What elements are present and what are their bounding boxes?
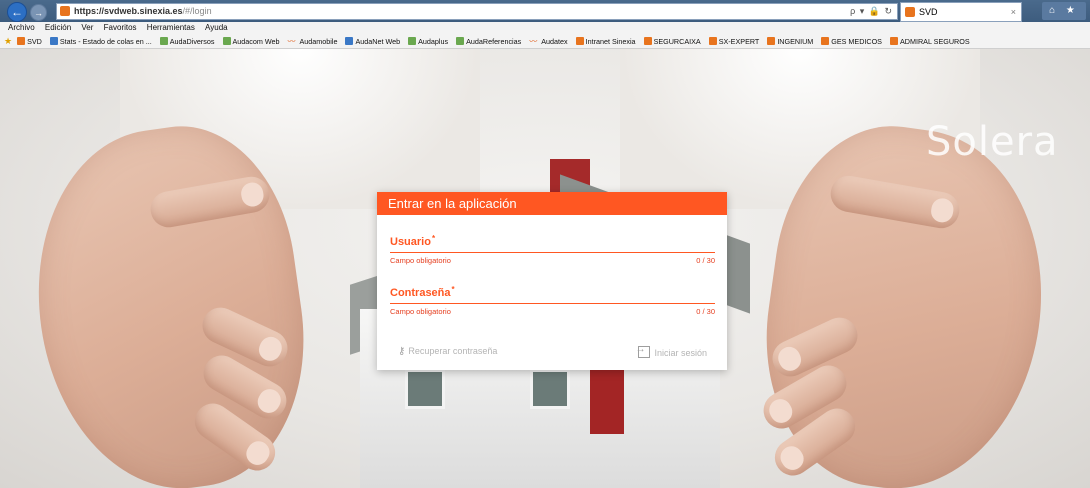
username-char-counter: 0 / 30: [696, 256, 715, 265]
password-label: Contraseña: [390, 287, 451, 299]
username-label: Usuario: [390, 236, 431, 248]
menu-item-favoritos[interactable]: Favoritos: [104, 23, 137, 32]
username-input-underline[interactable]: [390, 252, 715, 253]
menu-item-ayuda[interactable]: Ayuda: [205, 23, 228, 32]
arrow-left-icon: ←: [11, 5, 23, 19]
favorite-link[interactable]: Intranet Sinexia: [575, 35, 636, 48]
favorite-icon: [49, 37, 58, 45]
favorite-icon: [575, 37, 584, 45]
required-mark: *: [431, 234, 436, 243]
favorite-link[interactable]: 〰 Audamobile: [287, 35, 338, 48]
required-mark: *: [451, 285, 455, 294]
favorite-icon: [345, 37, 354, 45]
key-icon: ⚷: [398, 346, 406, 357]
favorite-link[interactable]: SVD: [17, 35, 42, 48]
browser-tab[interactable]: SVD ×: [900, 2, 1022, 22]
favorite-icon: [643, 37, 652, 45]
favorite-link[interactable]: ADMIRAL SEGUROS: [889, 35, 970, 48]
favorite-link[interactable]: 〰 Audatex: [529, 35, 567, 48]
login-actions: ⚷Recuperar contraseña Iniciar sesión: [390, 344, 715, 360]
password-input-underline[interactable]: [390, 303, 715, 304]
menu-item-archivo[interactable]: Archivo: [8, 23, 35, 32]
arrow-right-icon: →: [34, 7, 43, 18]
solera-logo: Solera: [926, 119, 1059, 165]
favorite-link[interactable]: AudaReferencias: [456, 35, 521, 48]
favorite-link[interactable]: INGENIUM: [767, 35, 813, 48]
menu-item-edicion[interactable]: Edición: [45, 23, 71, 32]
home-favorites-buttons[interactable]: ⌂ ★: [1042, 2, 1086, 20]
password-char-counter: 0 / 30: [696, 307, 715, 316]
tab-favicon-icon: [905, 7, 915, 17]
favorite-icon: [821, 37, 830, 45]
tab-title: SVD: [919, 7, 938, 17]
favorite-icon: [889, 37, 898, 45]
favorite-link[interactable]: SX-EXPERT: [708, 35, 759, 48]
favorite-icon: 〰: [287, 37, 296, 46]
recover-password-button[interactable]: ⚷ Recuperar contraseña: [398, 346, 497, 357]
login-card: Entrar en la aplicación Usuario* Campo o…: [377, 192, 727, 370]
favorite-link[interactable]: AudaDiversos: [159, 35, 215, 48]
favorite-icon: [17, 37, 26, 45]
favorite-link[interactable]: Audaplus: [408, 35, 448, 48]
recover-password-label: Recuperar contraseña: [408, 346, 498, 356]
url-host: https://svdweb.sinexia.es: [74, 6, 183, 16]
favorite-icon: [708, 37, 717, 45]
login-button-label: Iniciar sesión: [654, 348, 707, 358]
url-path: /#/login: [182, 6, 212, 16]
favorite-link[interactable]: Stats - Estado de colas en ...: [49, 35, 152, 48]
favorite-link[interactable]: AudaNet Web: [345, 35, 400, 48]
tab-close-icon[interactable]: ×: [1011, 3, 1016, 21]
login-card-title: Entrar en la aplicación: [377, 192, 727, 215]
menu-item-ver[interactable]: Ver: [81, 23, 93, 32]
menu-bar: Archivo Edición Ver Favoritos Herramient…: [0, 22, 1090, 34]
favorite-link[interactable]: SEGURCAIXA: [643, 35, 701, 48]
username-required-hint: Campo obligatorio: [390, 256, 451, 265]
favorite-link[interactable]: GES MEDICOS: [821, 35, 882, 48]
favorite-icon: [159, 37, 168, 45]
password-field[interactable]: Contraseña* Campo obligatorio 0 / 30: [390, 285, 715, 317]
favorite-icon: 〰: [529, 37, 538, 46]
favorite-link[interactable]: Audacom Web: [222, 35, 280, 48]
forward-button[interactable]: →: [30, 4, 47, 21]
favorites-star-icon[interactable]: ★: [4, 34, 12, 48]
username-field[interactable]: Usuario* Campo obligatorio 0 / 30: [390, 234, 715, 266]
browser-titlebar: ← → https://svdweb.sinexia.es/#/login ρ …: [0, 0, 1090, 22]
favorite-icon: [408, 37, 417, 45]
login-button[interactable]: Iniciar sesión: [635, 344, 707, 358]
menu-item-herramientas[interactable]: Herramientas: [147, 23, 195, 32]
address-bar[interactable]: https://svdweb.sinexia.es/#/login ρ ▾ 🔒 …: [56, 3, 898, 20]
favorite-icon: [456, 37, 465, 45]
login-enter-icon: [635, 344, 651, 358]
favorites-bar: ★ SVD Stats - Estado de colas en ... Aud…: [0, 34, 1090, 49]
password-required-hint: Campo obligatorio: [390, 307, 451, 316]
address-tools[interactable]: ρ ▾ 🔒 ↻: [850, 4, 893, 19]
favorite-icon: [222, 37, 231, 45]
back-button[interactable]: ←: [7, 2, 27, 22]
favorite-icon: [767, 37, 776, 45]
site-favicon-icon: [60, 6, 70, 16]
